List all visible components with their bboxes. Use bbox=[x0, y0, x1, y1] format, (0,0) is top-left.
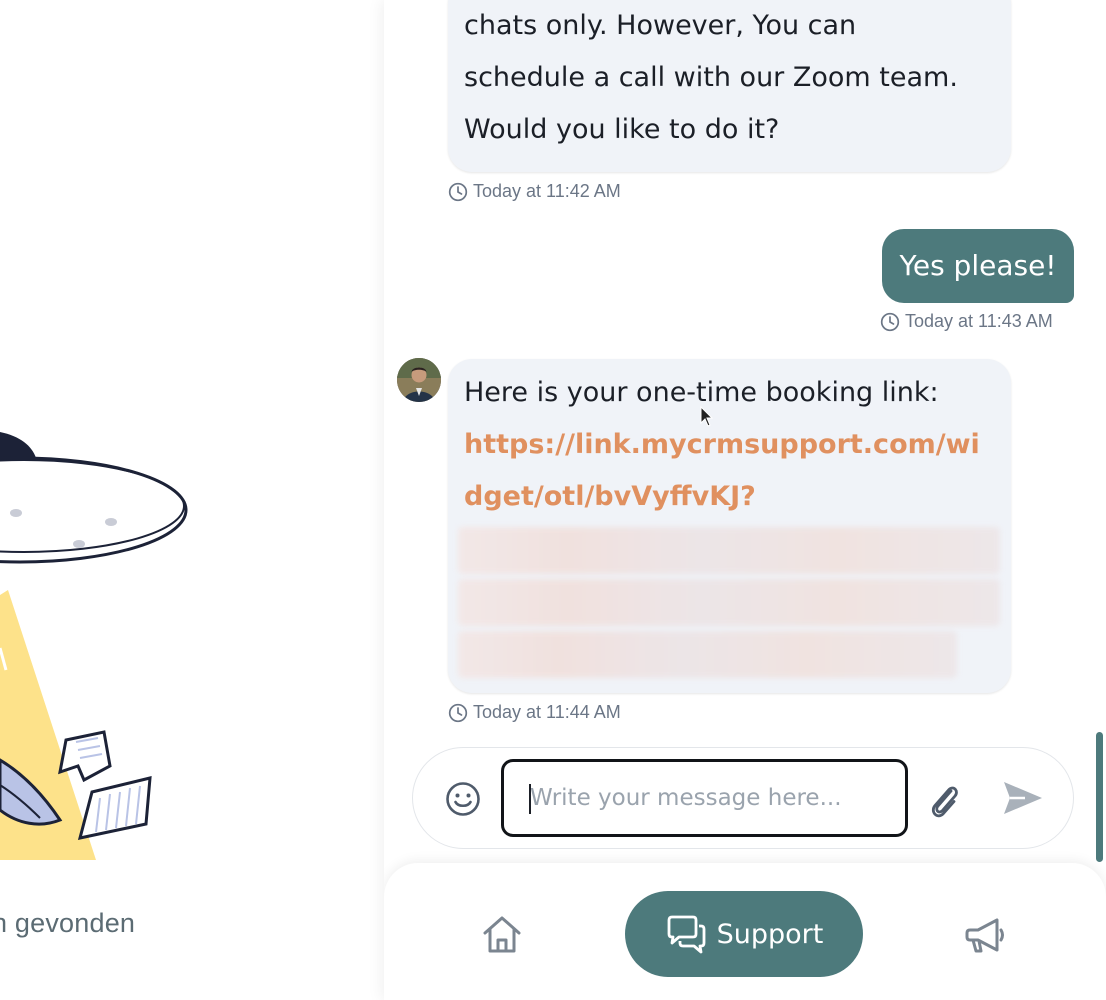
message-composer bbox=[412, 747, 1074, 849]
timestamp-text: Today at 11:44 AM bbox=[473, 702, 621, 722]
chat-panel: chats only. However, You can schedule a … bbox=[384, 0, 1106, 1000]
message-timestamp: Today at 11:43 AM bbox=[880, 311, 1053, 332]
message-line: Would you like to do it? bbox=[464, 114, 780, 145]
agent-message-bubble: chats only. However, You can schedule a … bbox=[448, 0, 1011, 172]
message-line: schedule a call with our Zoom team. bbox=[464, 62, 958, 93]
ufo-illustration bbox=[0, 432, 188, 860]
megaphone-icon[interactable] bbox=[964, 915, 1006, 955]
message-timestamp: Today at 11:44 AM bbox=[448, 702, 621, 723]
user-message-bubble: Yes please! bbox=[882, 229, 1074, 303]
nav-support-button[interactable]: Support bbox=[625, 891, 863, 977]
agent-message-bubble: Here is your one-time booking link: http… bbox=[448, 359, 1011, 693]
timestamp-text: Today at 11:43 AM bbox=[905, 311, 1053, 331]
page: n gevonden chats only. However, You can … bbox=[0, 0, 1106, 1000]
redacted-content bbox=[458, 527, 1000, 678]
send-icon[interactable] bbox=[1001, 778, 1045, 818]
chat-bubbles-icon bbox=[667, 915, 706, 954]
clock-icon bbox=[448, 703, 468, 722]
booking-link[interactable]: https://link.mycrmsupport.com/widget/otl… bbox=[464, 419, 995, 523]
clock-icon bbox=[448, 182, 468, 201]
empty-state-caption: n gevonden bbox=[0, 908, 136, 938]
clock-icon bbox=[880, 312, 900, 331]
paperclip-icon[interactable] bbox=[927, 781, 963, 819]
home-icon[interactable] bbox=[480, 913, 524, 955]
message-text: Here is your one-time booking link: bbox=[464, 377, 939, 408]
mouse-cursor-icon bbox=[700, 406, 714, 427]
message-line: chats only. However, You can bbox=[464, 10, 857, 41]
nav-support-label: Support bbox=[716, 918, 824, 950]
avatar-photo bbox=[397, 358, 441, 402]
message-timestamp: Today at 11:42 AM bbox=[448, 181, 621, 202]
smiley-icon[interactable] bbox=[445, 781, 481, 817]
message-input[interactable] bbox=[501, 759, 908, 837]
bottom-navigation: Support bbox=[384, 863, 1106, 1000]
agent-avatar bbox=[397, 358, 441, 402]
timestamp-text: Today at 11:42 AM bbox=[473, 181, 621, 201]
scrollbar-thumb[interactable] bbox=[1096, 732, 1103, 862]
text-caret bbox=[529, 784, 531, 814]
